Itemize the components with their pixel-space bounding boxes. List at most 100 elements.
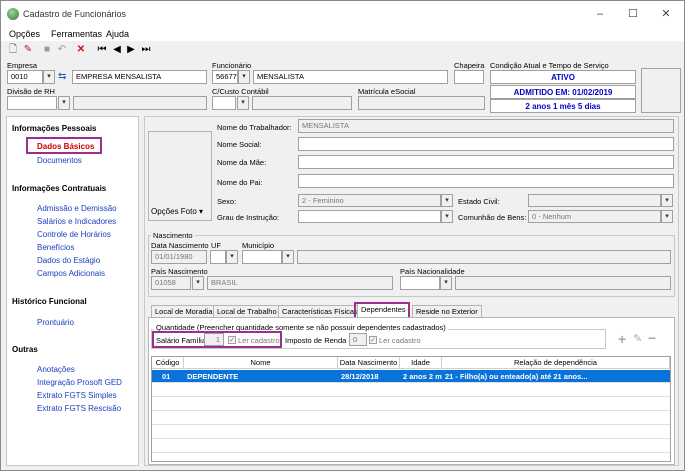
uf-dropdown[interactable]: ▾ xyxy=(226,250,238,264)
table-row[interactable]: 01 DEPENDENTE 28/12/2018 2 anos 2 m 21 -… xyxy=(152,370,670,383)
pais-code-field[interactable]: 01058 xyxy=(151,276,191,290)
pais-name-field: BRASIL xyxy=(207,276,393,290)
sidebar-item-extrato-fgts-rescisao[interactable]: Extrato FGTS Rescisão xyxy=(37,404,121,413)
comunhao-dropdown[interactable]: ▾ xyxy=(661,210,673,223)
sidebar-item-documentos[interactable]: Documentos xyxy=(37,156,82,165)
sexo-dropdown[interactable]: ▾ xyxy=(441,194,453,207)
divisao-field[interactable] xyxy=(7,96,57,110)
remove-icon[interactable]: − xyxy=(648,330,656,346)
toolbar: 🗋 ✎ ■ ↶ ✕ ⏮ ◀ ▶ ⏭ xyxy=(1,42,684,58)
empresa-code-field[interactable]: 0010 xyxy=(7,70,43,84)
divisao-dropdown[interactable]: ▾ xyxy=(58,96,70,110)
employee-photo-thumb xyxy=(641,68,681,113)
uf-select[interactable] xyxy=(210,250,226,264)
sidebar-item-prontuario[interactable]: Prontuário xyxy=(37,318,74,327)
tab-local-moradia[interactable]: Local de Moradia xyxy=(151,305,217,317)
comunhao-label: Comunhão de Bens: xyxy=(458,213,527,222)
highlight-dados-basicos xyxy=(26,137,102,154)
ccusto-label: C/Custo Contábil xyxy=(212,87,269,96)
col-relacao[interactable]: Relação de dependência xyxy=(442,357,670,369)
sidebar-item-integracao-ged[interactable]: Integração Prosoft GED xyxy=(37,378,122,387)
undo-icon[interactable]: ↶ xyxy=(56,44,68,56)
municipio-name-field xyxy=(297,250,671,264)
sidebar-item-dados-estagio[interactable]: Dados do Estágio xyxy=(37,256,100,265)
tab-reside-exterior[interactable]: Reside no Exterior xyxy=(412,305,482,317)
col-idade[interactable]: Idade xyxy=(400,357,442,369)
sidebar-item-beneficios[interactable]: Benefícios xyxy=(37,243,74,252)
funcionario-code-field[interactable]: 56677 xyxy=(212,70,238,84)
add-icon[interactable]: + xyxy=(618,331,626,347)
comunhao-select[interactable]: 0 - Nenhum xyxy=(528,210,661,223)
cell-codigo: 01 xyxy=(162,372,171,381)
section-informacoes-contratuais: Informações Contratuais xyxy=(12,184,107,193)
sidebar-item-salarios[interactable]: Salários e Indicadores xyxy=(37,217,116,226)
delete-icon[interactable]: ✕ xyxy=(75,44,87,56)
data-nascimento-field[interactable]: 01/01/1980 xyxy=(151,250,207,264)
imposto-renda-label: Imposto de Renda xyxy=(285,336,347,345)
col-data-nascimento[interactable]: Data Nascimento xyxy=(338,357,400,369)
cell-idade: 2 anos 2 m xyxy=(403,372,442,381)
tab-local-trabalho[interactable]: Local de Trabalho xyxy=(213,305,281,317)
ccusto-field[interactable] xyxy=(212,96,236,110)
cell-data-nascimento: 28/12/2018 xyxy=(341,372,379,381)
main-window: Cadastro de Funcionários – ☐ ✕ Opções Fe… xyxy=(0,0,685,471)
minimize-button[interactable]: – xyxy=(586,5,614,23)
sidebar-item-campos-adicionais[interactable]: Campos Adicionais xyxy=(37,269,105,278)
maximize-button[interactable]: ☐ xyxy=(619,5,647,23)
empresa-label: Empresa xyxy=(7,61,38,70)
ler-cadastro-label-2: Ler cadastro xyxy=(379,336,421,345)
status-admitido: ADMITIDO EM: 01/02/2019 xyxy=(490,85,636,99)
menu-opcoes[interactable]: Opções xyxy=(9,29,40,39)
chapeira-label: Chapeira xyxy=(454,61,485,70)
col-nome[interactable]: Nome xyxy=(184,357,338,369)
chapeira-field[interactable] xyxy=(454,70,484,84)
grau-instrucao-select[interactable] xyxy=(298,210,441,223)
imposto-renda-field[interactable]: 0 xyxy=(349,333,367,346)
col-codigo[interactable]: Código xyxy=(152,357,184,369)
edit-row-icon[interactable]: ✎ xyxy=(633,332,642,345)
sidebar-item-extrato-fgts-simples[interactable]: Extrato FGTS Simples xyxy=(37,391,117,400)
nome-social-field[interactable] xyxy=(298,137,674,151)
dependentes-table: Código Nome Data Nascimento Idade Relaçã… xyxy=(151,356,671,462)
app-icon xyxy=(7,8,19,20)
last-icon[interactable]: ⏭ xyxy=(140,44,152,56)
nacionalidade-dropdown[interactable]: ▾ xyxy=(440,276,452,290)
empty-row xyxy=(152,426,670,439)
menu-ajuda[interactable]: Ajuda xyxy=(106,29,129,39)
municipio-code-field[interactable] xyxy=(242,250,282,264)
prev-icon[interactable]: ◀ xyxy=(111,44,123,56)
nome-trabalhador-field[interactable]: MENSALISTA xyxy=(298,119,674,133)
new-icon[interactable]: 🗋 xyxy=(7,44,19,56)
empty-row xyxy=(152,440,670,453)
menu-ferramentas[interactable]: Ferramentas xyxy=(51,29,102,39)
nome-mae-field[interactable] xyxy=(298,155,674,169)
empty-row xyxy=(152,398,670,411)
sidebar-item-controle-horarios[interactable]: Controle de Horários xyxy=(37,230,111,239)
municipio-dropdown[interactable]: ▾ xyxy=(282,250,294,264)
sidebar-item-admissao[interactable]: Admissão e Demissão xyxy=(37,204,117,213)
window-title: Cadastro de Funcionários xyxy=(23,9,127,19)
pais-dropdown[interactable]: ▾ xyxy=(192,276,204,290)
first-icon[interactable]: ⏮ xyxy=(96,44,108,56)
close-button[interactable]: ✕ xyxy=(652,5,680,23)
funcionario-name-field: MENSALISTA xyxy=(253,70,448,84)
estado-civil-dropdown[interactable]: ▾ xyxy=(661,194,673,207)
save-icon[interactable]: ■ xyxy=(41,44,53,56)
title-bar: Cadastro de Funcionários – ☐ ✕ xyxy=(1,1,684,27)
grau-instrucao-dropdown[interactable]: ▾ xyxy=(441,210,453,223)
edit-icon[interactable]: ✎ xyxy=(22,44,34,56)
photo-options-button[interactable]: Opções Foto ▾ xyxy=(151,207,203,216)
ccusto-dropdown[interactable]: ▾ xyxy=(237,96,249,110)
section-outras: Outras xyxy=(12,345,38,354)
funcionario-dropdown[interactable]: ▾ xyxy=(238,70,250,84)
tab-caracteristicas-fisicas[interactable]: Características Físicas xyxy=(278,305,362,317)
link-icon[interactable]: ⇆ xyxy=(58,71,66,82)
sidebar-item-anotacoes[interactable]: Anotações xyxy=(37,365,75,374)
estado-civil-select[interactable] xyxy=(528,194,661,207)
nome-pai-field[interactable] xyxy=(298,174,674,188)
ler-cadastro-checkbox-2[interactable]: ✓ xyxy=(369,336,377,344)
next-icon[interactable]: ▶ xyxy=(125,44,137,56)
nacionalidade-code-field[interactable] xyxy=(400,276,440,290)
sexo-select[interactable]: 2 - Feminino xyxy=(298,194,441,207)
empresa-dropdown[interactable]: ▾ xyxy=(43,70,55,84)
